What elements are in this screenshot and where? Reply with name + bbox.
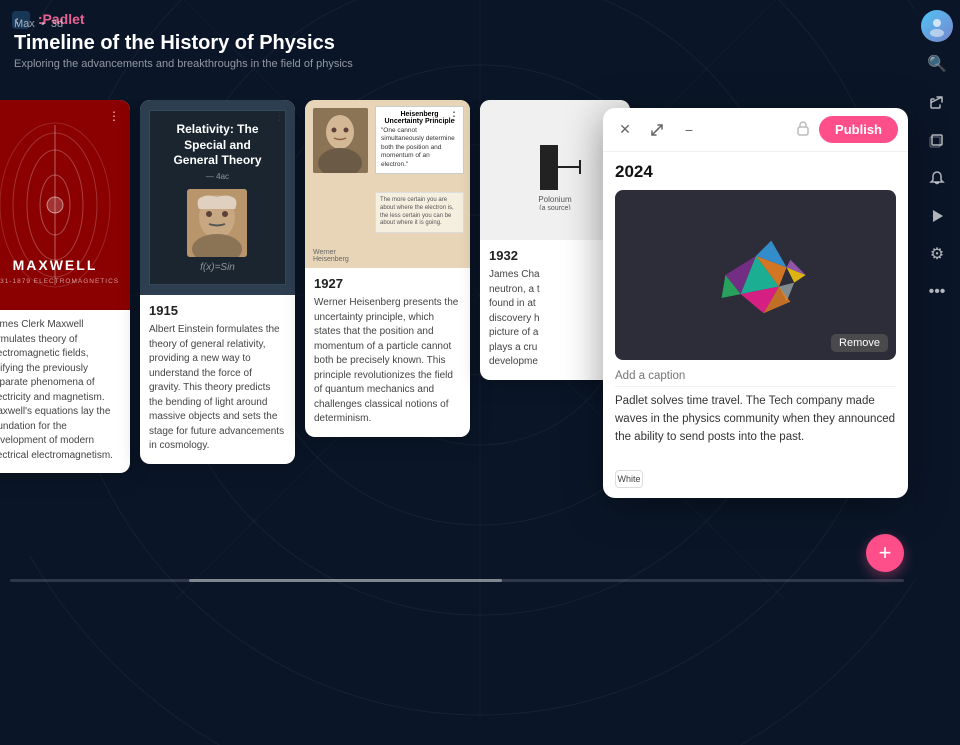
- card-menu-relativity[interactable]: ⋮: [269, 106, 289, 126]
- 1932-year: 1932: [489, 248, 621, 263]
- share-icon[interactable]: [921, 86, 953, 118]
- board-title: Timeline of the History of Physics: [14, 32, 353, 55]
- more-icon[interactable]: •••: [921, 276, 953, 308]
- right-sidebar: 🔍 ⚙ •••: [914, 0, 960, 590]
- book-author: — 4ac: [206, 172, 229, 181]
- svg-text:(a source): (a source): [539, 205, 571, 210]
- bell-icon[interactable]: [921, 162, 953, 194]
- post-editor: ✕ − Publish 2024: [603, 108, 908, 498]
- card-menu-heisenberg[interactable]: ⋮: [444, 106, 464, 126]
- relativity-body: 1915 Albert Einstein formulates the theo…: [140, 295, 295, 464]
- post-year: 2024: [615, 162, 896, 182]
- minimize-button[interactable]: −: [677, 118, 701, 142]
- scroll-indicator: [10, 579, 904, 582]
- search-icon[interactable]: 🔍: [921, 48, 953, 80]
- restore-button[interactable]: [645, 118, 669, 142]
- maxwell-text: James Clerk Maxwell formulates theory of…: [0, 318, 121, 463]
- board-info: Max • 3d Timeline of the History of Phys…: [14, 18, 353, 70]
- card-relativity: ⋮ Relativity: The Special and General Th…: [140, 100, 295, 464]
- play-icon[interactable]: [921, 200, 953, 232]
- maxwell-body: James Clerk Maxwell formulates theory of…: [0, 310, 130, 473]
- book-title: Relativity: The Special and General Theo…: [160, 122, 274, 169]
- remove-image-button[interactable]: Remove: [831, 334, 888, 352]
- svg-text:Polonium: Polonium: [538, 195, 572, 204]
- 1932-text: James Chaneutron, a tfound in atdiscover…: [489, 268, 621, 370]
- editor-header: ✕ − Publish: [603, 108, 908, 152]
- svg-text:1831-1879 ELECTROMAGNETICS: 1831-1879 ELECTROMAGNETICS: [0, 278, 119, 285]
- color-swatch-white[interactable]: White: [615, 470, 643, 488]
- heisenberg-desc: The more certain you are about where the…: [375, 192, 464, 233]
- editor-body: 2024: [603, 152, 908, 464]
- user-avatar[interactable]: [921, 10, 953, 42]
- post-content: Padlet solves time travel. The Tech comp…: [615, 393, 896, 446]
- relativity-year: 1915: [149, 303, 286, 318]
- scroll-thumb: [189, 579, 502, 582]
- heisenberg-body: 1927 Werner Heisenberg presents the unce…: [305, 268, 470, 437]
- formula: f(x)=Sin: [200, 262, 235, 273]
- maxwell-image: MAXWELL 1831-1879 ELECTROMAGNETICS: [0, 100, 130, 310]
- gear-icon[interactable]: ⚙: [921, 238, 953, 270]
- heisenberg-year: 1927: [314, 276, 461, 291]
- heisenberg-text: Werner Heisenberg presents the uncertain…: [314, 296, 461, 427]
- relativity-text: Albert Einstein formulates the theory of…: [149, 323, 286, 454]
- publish-button[interactable]: Publish: [819, 116, 898, 143]
- quote-text: "One cannot simultaneously determine bot…: [381, 127, 458, 169]
- editor-footer: White: [603, 464, 908, 498]
- add-post-button[interactable]: +: [866, 534, 904, 572]
- caption-input[interactable]: [615, 366, 896, 387]
- lock-icon: [795, 120, 811, 139]
- card-heisenberg: ⋮ Heisenberg Uncertainty Principle "One …: [305, 100, 470, 437]
- card-maxwell: ⋮ MAXWELL 1831-1879 ELECTROMAGNETICS Jam…: [0, 100, 130, 473]
- board-meta: Max • 3d: [14, 18, 353, 30]
- post-image: Remove: [615, 190, 896, 360]
- layers-icon[interactable]: [921, 124, 953, 156]
- close-button[interactable]: ✕: [613, 118, 637, 142]
- card-menu-maxwell[interactable]: ⋮: [104, 106, 124, 126]
- heisenberg-name: WernerHeisenberg: [313, 249, 349, 263]
- svg-text:MAXWELL: MAXWELL: [13, 257, 98, 273]
- board-subtitle: Exploring the advancements and breakthro…: [14, 58, 353, 70]
